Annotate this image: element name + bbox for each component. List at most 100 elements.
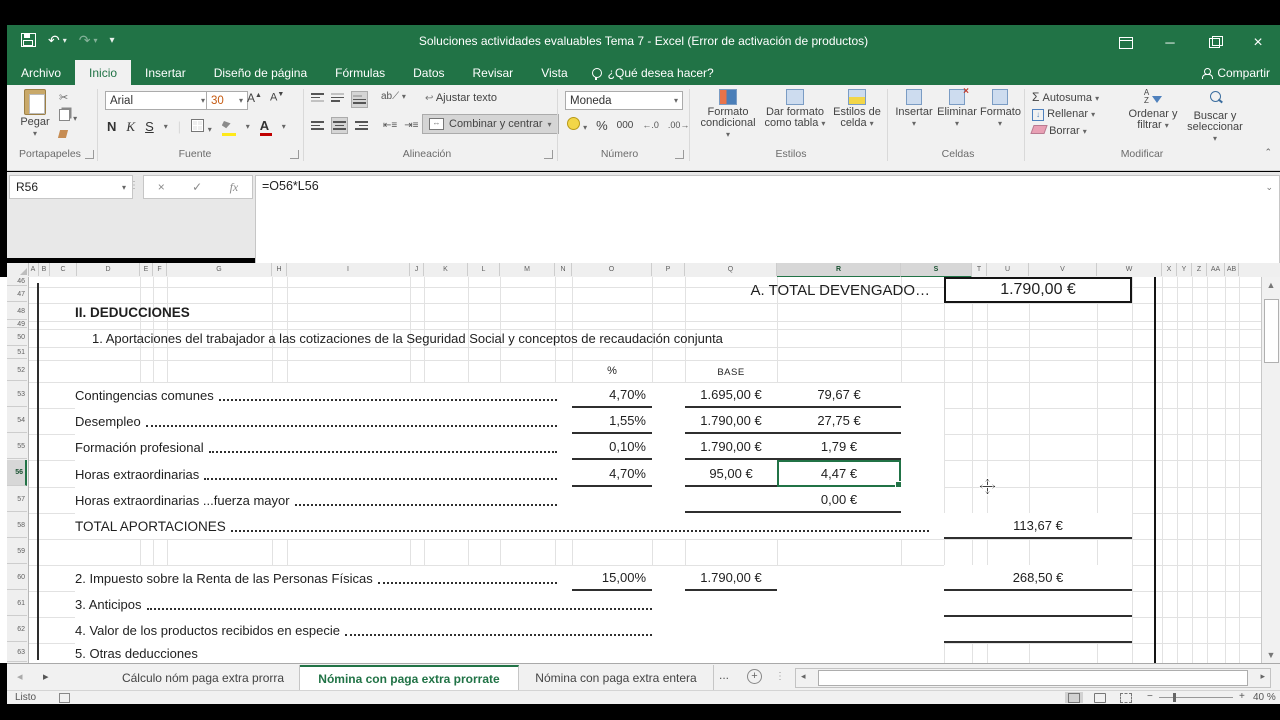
row-header-56[interactable]: 56 <box>7 460 27 486</box>
cell-irpf-pct[interactable]: 15,00% <box>572 565 652 591</box>
column-header-X[interactable]: X <box>1162 263 1177 276</box>
cell-contingencias-amount[interactable]: 79,67 € <box>777 382 901 408</box>
view-page-layout-icon[interactable] <box>1091 692 1109 703</box>
row-contingencias-label[interactable]: Contingencias comunes <box>75 382 560 408</box>
tab-diseno-de-pagina[interactable]: Diseño de página <box>200 60 321 85</box>
decrease-indent-icon[interactable]: ⇤≡ <box>383 120 397 131</box>
minimize-button[interactable]: ─ <box>1148 25 1192 60</box>
insert-cells-button[interactable]: Insertar▾ <box>895 89 933 129</box>
zoom-slider[interactable] <box>1159 697 1233 698</box>
cell-desempleo-amount[interactable]: 27,75 € <box>777 408 901 434</box>
align-middle-icon[interactable] <box>331 91 344 108</box>
name-box[interactable]: R56▾ <box>9 175 133 199</box>
cell-total-devengado-value[interactable]: 1.790,00 € <box>944 277 1132 303</box>
cell-anticipos-value[interactable] <box>944 591 1132 617</box>
sheet-nav-right-icon[interactable]: ▸ <box>43 670 49 683</box>
column-header-B[interactable]: B <box>39 263 50 276</box>
comma-style-button[interactable]: 000 <box>617 120 634 131</box>
conditional-formatting-button[interactable]: Formato condicional ▾ <box>699 89 757 140</box>
tab-vista[interactable]: Vista <box>527 60 581 85</box>
row-especie-label[interactable]: 4. Valor de los productos recibidos en e… <box>75 617 655 643</box>
sheet-tab-calculo[interactable]: Cálculo nóm paga extra prorra <box>107 665 300 690</box>
cell-formacion-amount[interactable]: 1,79 € <box>777 434 901 460</box>
column-header-Y[interactable]: Y <box>1177 263 1192 276</box>
align-top-icon[interactable] <box>311 91 324 108</box>
align-center-icon[interactable] <box>331 117 348 134</box>
delete-cells-button[interactable]: × Eliminar▾ <box>936 89 978 129</box>
format-cells-button[interactable]: Formato▾ <box>980 89 1020 129</box>
font-size-select[interactable]: 30▾ <box>206 91 248 110</box>
row-irpf-label[interactable]: 2. Impuesto sobre la Renta de las Person… <box>75 565 560 591</box>
cell-pct-header[interactable]: % <box>572 361 652 382</box>
scroll-right-icon[interactable]: ▸ <box>1260 671 1265 682</box>
select-all-corner[interactable] <box>7 263 29 276</box>
tab-insertar[interactable]: Insertar <box>131 60 200 85</box>
column-header-A[interactable]: A <box>28 263 39 276</box>
row-header-48[interactable]: 48 <box>7 303 27 320</box>
cell-formacion-base[interactable]: 1.790,00 € <box>685 434 777 460</box>
scroll-down-icon[interactable]: ▼ <box>1262 650 1280 660</box>
cell-formacion-pct[interactable]: 0,10% <box>572 434 652 460</box>
vertical-scroll-thumb[interactable] <box>1264 299 1279 363</box>
column-header-AB[interactable]: AB <box>1225 263 1239 276</box>
cell-subsection[interactable]: 1. Aportaciones del trabajador a las cot… <box>92 330 723 348</box>
column-header-I[interactable]: I <box>287 263 410 276</box>
column-header-W[interactable]: W <box>1097 263 1162 276</box>
row-header-61[interactable]: 61 <box>7 591 27 616</box>
selected-cell[interactable] <box>777 460 901 487</box>
zoom-out-icon[interactable]: − <box>1147 691 1153 702</box>
restore-button[interactable] <box>1192 25 1236 60</box>
row-anticipos-label[interactable]: 3. Anticipos <box>75 591 655 617</box>
cut-button[interactable]: ✂ <box>59 91 77 104</box>
column-header-P[interactable]: P <box>652 263 685 276</box>
paste-button[interactable]: Pegar▾ <box>15 89 55 139</box>
cancel-entry-icon[interactable]: × <box>158 180 165 194</box>
cell-section-title[interactable]: II. DEDUCCIONES <box>75 304 190 322</box>
row-header-57[interactable]: 57 <box>7 487 27 512</box>
row-header-46[interactable]: 46 <box>7 277 27 286</box>
dialog-launcher-icon[interactable] <box>675 150 684 159</box>
cell-contingencias-pct[interactable]: 4,70% <box>572 382 652 408</box>
cell-total-aportaciones-value[interactable]: 113,67 € <box>944 513 1132 539</box>
column-header-O[interactable]: O <box>572 263 652 276</box>
cell-desempleo-pct[interactable]: 1,55% <box>572 408 652 434</box>
name-box-splitter[interactable]: ⋮ <box>129 180 139 191</box>
tell-me-box[interactable]: ¿Qué desea hacer? <box>582 60 724 85</box>
tab-datos[interactable]: Datos <box>399 60 458 85</box>
number-format-select[interactable]: Moneda▾ <box>565 91 683 110</box>
scroll-up-icon[interactable]: ▲ <box>1262 280 1280 290</box>
borders-button[interactable]: ▾ <box>191 119 212 135</box>
fill-color-button[interactable] <box>222 117 236 136</box>
row-header-63[interactable]: 63 <box>7 643 27 662</box>
formula-bar-expand-icon[interactable]: ⌄ <box>1265 182 1273 193</box>
zoom-in-icon[interactable]: + <box>1239 691 1245 702</box>
column-header-C[interactable]: C <box>50 263 77 276</box>
column-header-T[interactable]: T <box>972 263 987 276</box>
dialog-launcher-icon[interactable] <box>544 150 553 159</box>
column-header-F[interactable]: F <box>153 263 167 276</box>
column-header-U[interactable]: U <box>987 263 1029 276</box>
zoom-slider-thumb[interactable] <box>1173 693 1176 702</box>
view-normal-icon[interactable] <box>1065 692 1083 703</box>
italic-button[interactable]: K <box>126 119 135 135</box>
row-header-49[interactable]: 49 <box>7 321 27 328</box>
tab-archivo[interactable]: Archivo <box>7 60 75 85</box>
tab-scroll-splitter[interactable]: ⋮ <box>775 671 785 682</box>
tab-revisar[interactable]: Revisar <box>459 60 528 85</box>
grow-font-button[interactable]: A▲ <box>247 91 262 105</box>
align-right-icon[interactable] <box>355 119 368 132</box>
vertical-scrollbar[interactable]: ▲ ▼ <box>1261 277 1280 663</box>
row-header-52[interactable]: 52 <box>7 360 27 381</box>
row-header-47[interactable]: 47 <box>7 287 27 302</box>
scroll-left-icon[interactable]: ◂ <box>801 671 806 682</box>
format-as-table-button[interactable]: Dar formato como tabla ▾ <box>762 89 828 129</box>
cell-irpf-base[interactable]: 1.790,00 € <box>685 565 777 591</box>
clear-button[interactable]: Borrar ▾ <box>1032 125 1099 137</box>
row-header-50[interactable]: 50 <box>7 329 27 346</box>
dialog-launcher-icon[interactable] <box>85 150 94 159</box>
fill-button[interactable]: ↓ Rellenar ▾ <box>1032 108 1099 121</box>
sort-filter-button[interactable]: AZ Ordenar y filtrar ▾ <box>1125 89 1181 131</box>
copy-button[interactable]: ▾ <box>59 109 77 124</box>
percent-style-button[interactable]: % <box>596 118 608 133</box>
horizontal-scrollbar[interactable]: ◂ ▸ <box>795 668 1271 688</box>
